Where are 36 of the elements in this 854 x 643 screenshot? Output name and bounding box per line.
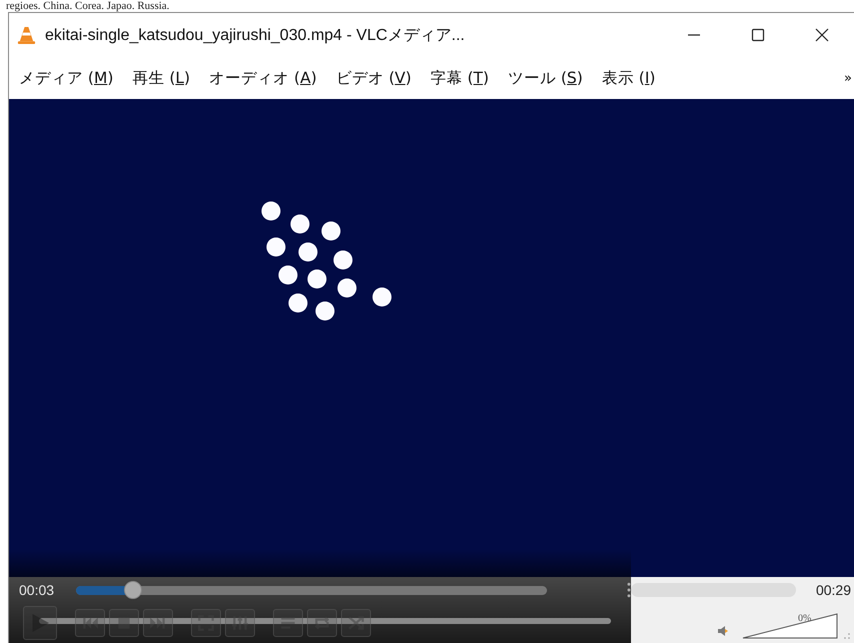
seek-handle[interactable] bbox=[124, 580, 142, 598]
menu-overflow-button[interactable]: » bbox=[842, 68, 854, 88]
fullscreen-button[interactable] bbox=[191, 609, 221, 637]
elapsed-time: 00:03 bbox=[19, 582, 54, 598]
fullscreen-icon bbox=[196, 614, 216, 632]
menu-item[interactable]: オーディオ (A) bbox=[203, 64, 323, 92]
equalizer-button[interactable] bbox=[225, 609, 255, 637]
page-text: regioes. China. Corea. Japao. Russia. bbox=[6, 0, 170, 12]
menu-item[interactable]: 再生 (L) bbox=[126, 64, 196, 92]
traffic-cone-icon bbox=[17, 26, 36, 44]
menu-item[interactable]: 表示 (I) bbox=[596, 64, 662, 92]
speaker-icon[interactable] bbox=[718, 625, 728, 637]
playlist-button[interactable] bbox=[273, 609, 303, 637]
maximize-icon bbox=[751, 28, 765, 42]
previous-button[interactable] bbox=[75, 609, 105, 637]
menu-item[interactable]: 字幕 (T) bbox=[424, 64, 495, 92]
window-title: ekitai-single_katsudou_yajirushi_030.mp4 - VLCメディア... bbox=[45, 26, 466, 46]
volume-slider[interactable]: 0% bbox=[742, 613, 838, 639]
close-icon bbox=[815, 28, 829, 42]
shuffle-icon bbox=[346, 614, 366, 632]
next-button[interactable] bbox=[143, 609, 173, 637]
loop-button[interactable] bbox=[307, 609, 337, 637]
drag-handle-icon[interactable] bbox=[627, 582, 631, 598]
volume-level: 0% bbox=[798, 613, 812, 624]
menu-item[interactable]: ビデオ (V) bbox=[330, 64, 418, 92]
menu-item[interactable]: メディア (M) bbox=[13, 64, 120, 92]
loop-icon bbox=[312, 614, 332, 632]
sliders-icon bbox=[230, 614, 250, 632]
menu-item[interactable]: ツール (S) bbox=[502, 64, 589, 92]
resize-grip-icon[interactable] bbox=[844, 633, 850, 639]
slider-track[interactable] bbox=[39, 618, 611, 624]
total-time: 00:29 bbox=[816, 582, 851, 598]
seek-track[interactable] bbox=[631, 583, 796, 597]
play-button[interactable] bbox=[23, 606, 57, 640]
stop-button[interactable] bbox=[109, 609, 139, 637]
shuffle-button[interactable] bbox=[341, 609, 371, 637]
